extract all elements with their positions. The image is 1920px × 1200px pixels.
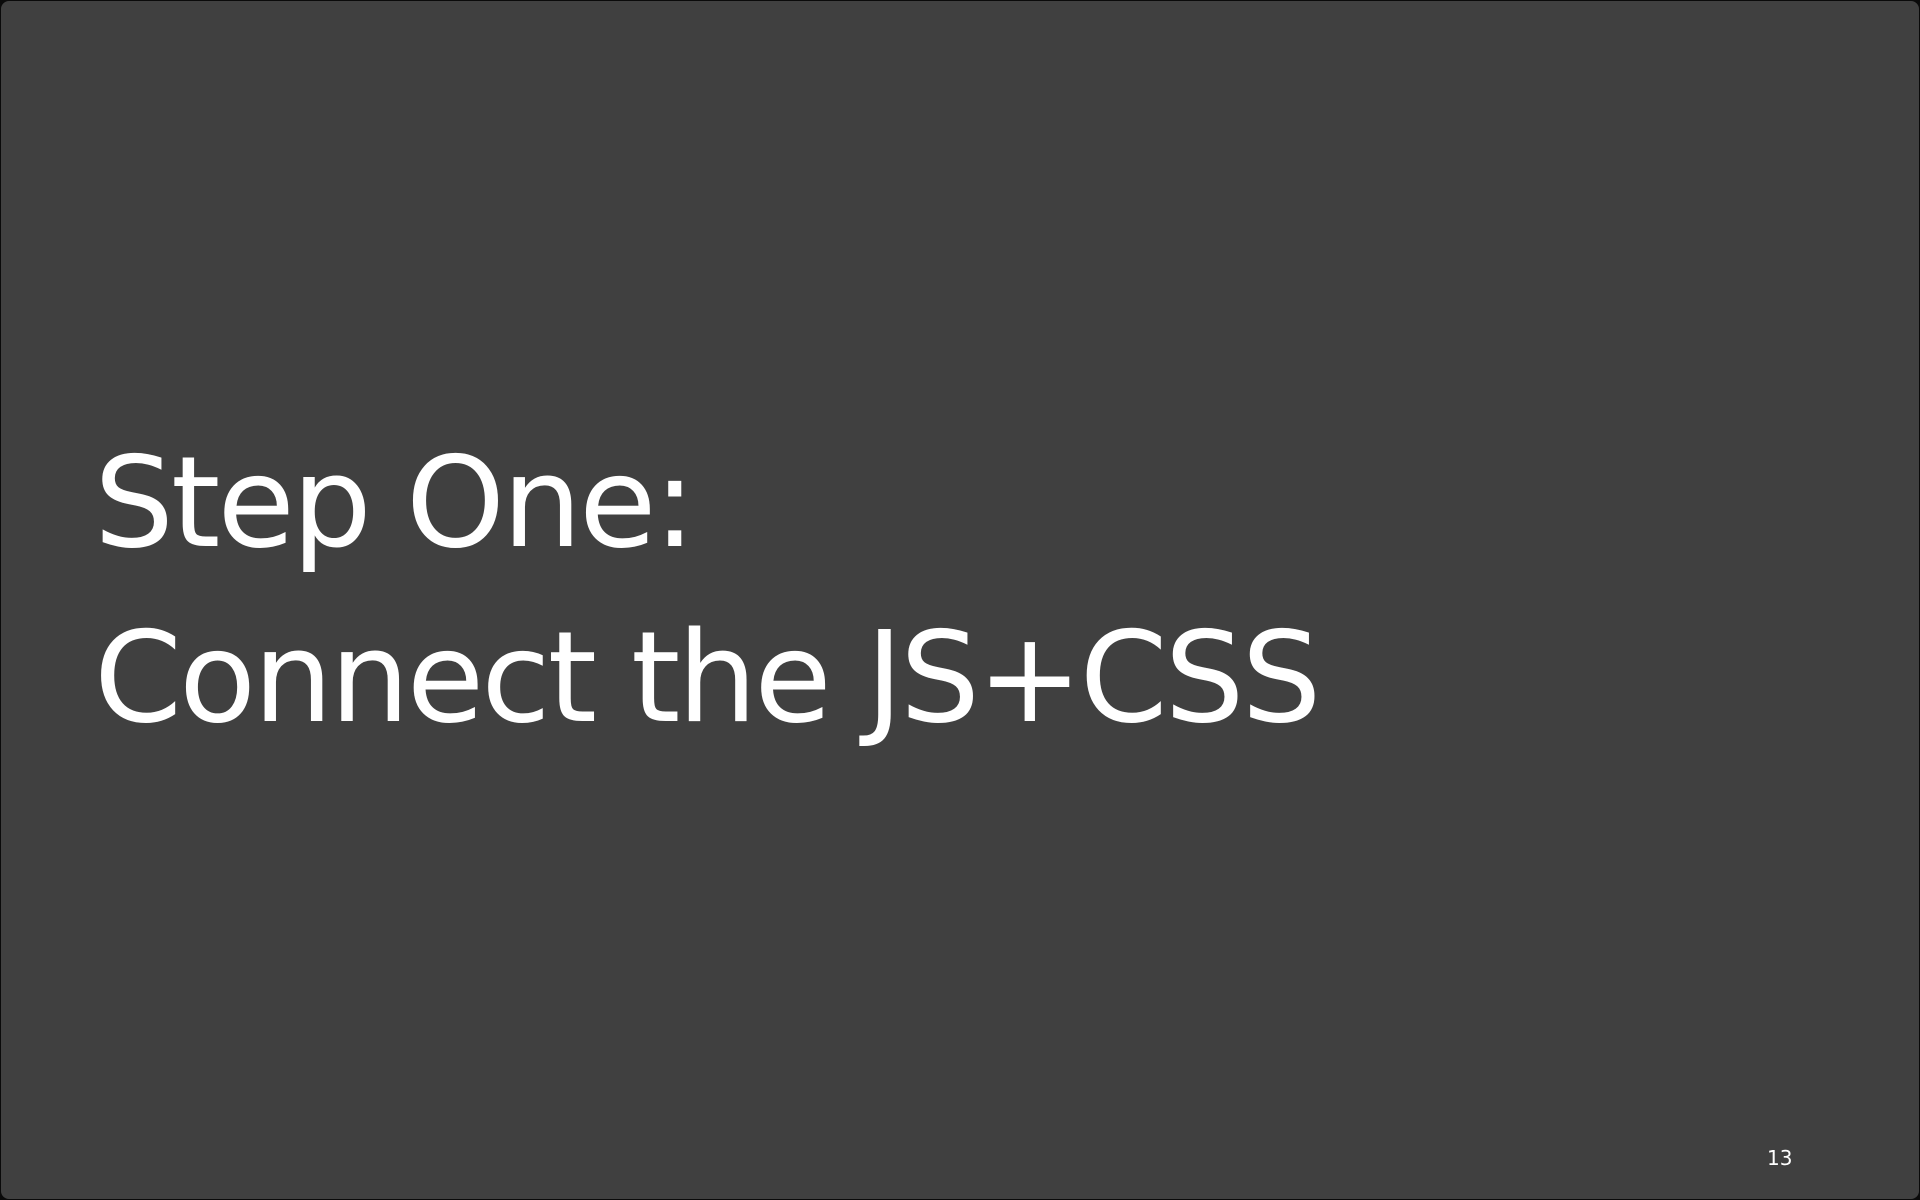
presentation-slide: Step One: Connect the JS+CSS 13 (1, 1, 1919, 1199)
slide-title: Step One: Connect the JS+CSS (94, 415, 1322, 765)
slide-title-line-2: Connect the JS+CSS (94, 604, 1322, 751)
slide-title-line-1: Step One: (94, 429, 696, 576)
slide-number: 13 (1767, 1146, 1793, 1170)
